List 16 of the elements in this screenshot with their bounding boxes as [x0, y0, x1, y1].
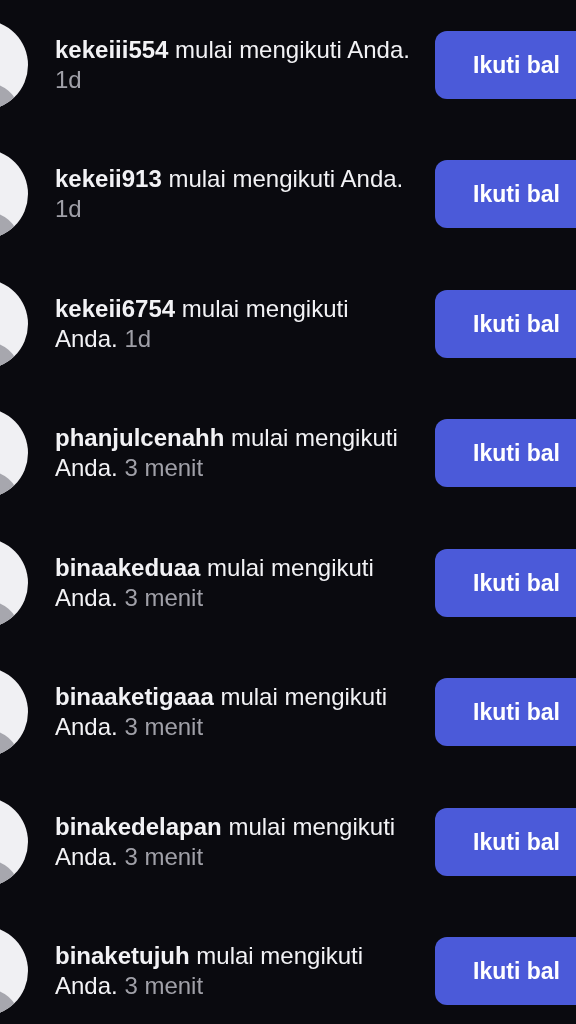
notification-text: binaakeduaa mulai mengikuti Anda. 3 menit [55, 552, 375, 613]
follow-back-button[interactable]: Ikuti bal [435, 548, 576, 617]
notification-text: kekeiii554 mulai mengikuti Anda. 1d [55, 34, 411, 95]
notification-text: kekeii913 mulai mengikuti Anda. 1d [55, 164, 405, 225]
follow-back-button[interactable]: Ikuti bal [435, 678, 576, 747]
notification-text: phanjulcenahh mulai mengikuti Anda. 3 menit [55, 423, 399, 484]
follow-back-button[interactable]: Ikuti bal [435, 160, 576, 229]
follow-back-button[interactable]: Ikuti bal [435, 30, 576, 99]
follow-back-button[interactable]: Ikuti bal [435, 419, 576, 488]
notification-text: kekeii6754 mulai mengikuti Anda. 1d [55, 293, 350, 354]
notification-text: binaaketigaaa mulai mengikuti Anda. 3 menit [55, 682, 389, 743]
follow-back-button[interactable]: Ikuti bal [435, 937, 576, 1006]
notification-text: binakedelapan mulai mengikuti Anda. 3 menit [55, 811, 397, 872]
follow-back-button[interactable]: Ikuti bal [435, 289, 576, 358]
follow-back-button[interactable]: Ikuti bal [435, 807, 576, 876]
notification-text: binaketujuh mulai mengikuti Anda. 3 menit [55, 941, 365, 1002]
